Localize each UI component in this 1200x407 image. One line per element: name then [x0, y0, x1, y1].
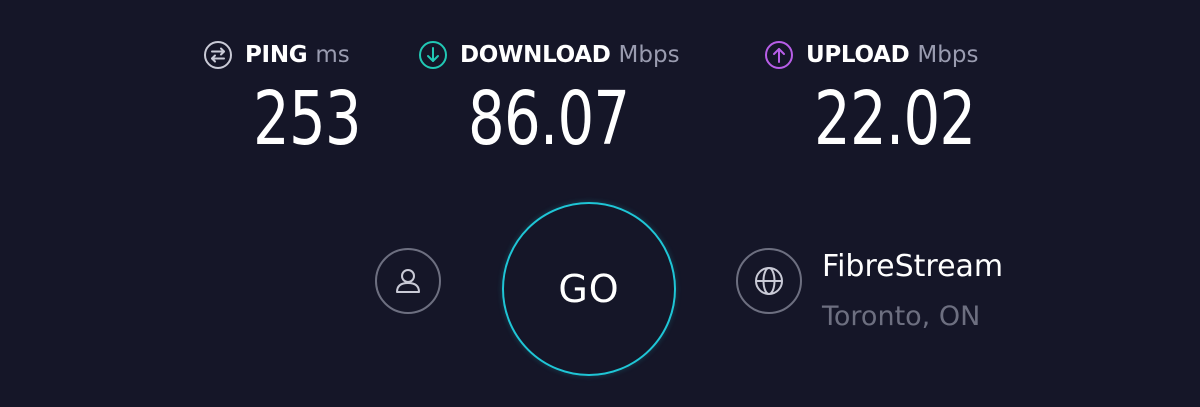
go-button[interactable]: GO	[502, 202, 676, 376]
user-button[interactable]	[375, 248, 441, 314]
download-label: DOWNLOAD	[460, 42, 611, 68]
download-metric: DOWNLOAD Mbps 86.07	[418, 38, 680, 168]
download-arrow-icon	[418, 40, 448, 70]
isp-name[interactable]: FibreStream	[822, 248, 1003, 286]
ping-icon	[203, 40, 233, 70]
ping-unit: ms	[315, 42, 350, 68]
download-unit: Mbps	[618, 42, 680, 68]
upload-arrow-icon	[764, 40, 794, 70]
server-location: Toronto, ON	[822, 301, 981, 332]
upload-label: UPLOAD	[806, 42, 910, 68]
upload-value: 22.02	[814, 76, 976, 162]
download-header: DOWNLOAD Mbps	[418, 38, 680, 72]
upload-unit: Mbps	[917, 42, 979, 68]
ping-metric: PING ms 253	[203, 38, 362, 168]
speedtest-panel: PING ms 253 DOWNLOAD Mbps 86.07 UPLOAD M…	[0, 0, 1200, 407]
ping-header: PING ms	[203, 38, 350, 72]
server-button[interactable]	[736, 248, 802, 314]
user-icon	[396, 269, 420, 293]
upload-metric: UPLOAD Mbps 22.02	[764, 38, 978, 168]
upload-header: UPLOAD Mbps	[764, 38, 978, 72]
ping-label: PING	[245, 42, 308, 68]
download-value: 86.07	[468, 76, 630, 162]
globe-icon	[755, 267, 783, 295]
ping-value: 253	[253, 76, 362, 162]
